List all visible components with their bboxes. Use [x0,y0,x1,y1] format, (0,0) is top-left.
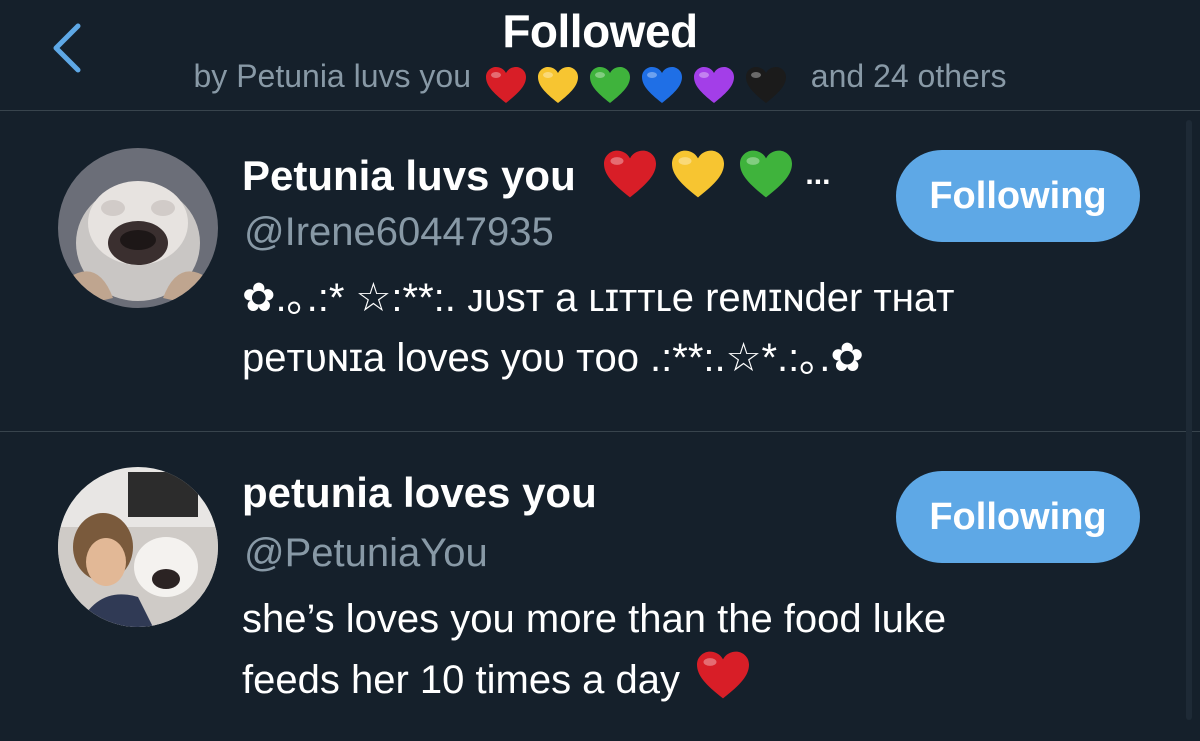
name-ellipsis: ... [805,158,831,191]
heart-icon [641,66,682,103]
heart-icon [672,150,725,198]
heart-icon [740,150,793,198]
red-heart-emoji [680,651,752,702]
user-row[interactable]: Petunia luvs you ... @Irene60447935 ✿.｡.… [0,112,1200,432]
subtitle-suffix: and 24 others [810,58,1007,94]
user-bio: she’s loves you more than the food luke … [242,589,946,710]
display-name[interactable]: Petunia luvs you ... [242,148,830,200]
heart-icon [745,66,786,103]
bio-line-text: feeds her 10 times a day [242,658,681,702]
heart-icon [589,66,630,103]
avatar[interactable] [58,148,218,308]
header: Followed by Petunia luvs you and 24 othe… [0,0,1200,111]
avatar[interactable] [58,467,218,627]
heart-icon [697,651,750,699]
following-button[interactable]: Following [896,471,1140,563]
bio-line: she’s loves you more than the food luke [242,597,947,641]
user-bio: ✿.｡.:* ☆:**:. ᴊᴜsᴛ a ʟɪᴛᴛʟe reᴍɪɴder ᴛʜa… [242,268,954,388]
heart-emojis [601,150,805,199]
page-title: Followed [502,5,698,57]
bio-line: feeds her 10 times a day [242,649,946,710]
page-subtitle: by Petunia luvs you and 24 others [0,58,1200,105]
bio-line: ✿.｡.:* ☆:**:. ᴊᴜsᴛ a ʟɪᴛᴛʟe reᴍɪɴder ᴛʜa… [242,276,955,320]
display-name-text: Petunia luvs you [242,152,576,199]
heart-emojis [484,64,796,105]
heart-icon [485,66,526,103]
scrollbar[interactable] [1186,120,1192,720]
user-handle[interactable]: @PetuniaYou [244,531,488,576]
bio-line: peᴛᴜɴɪa loves yoᴜ ᴛoo .:**:.☆*.:｡.✿ [242,336,864,380]
heart-icon [604,150,657,198]
heart-icon [537,66,578,103]
display-name[interactable]: petunia loves you [242,469,597,517]
user-handle[interactable]: @Irene60447935 [244,210,554,255]
following-button[interactable]: Following [896,150,1140,242]
person-with-dog-avatar-image [58,467,218,627]
bulldog-avatar-image [58,148,218,308]
subtitle-prefix: by Petunia luvs you [193,58,472,94]
user-row[interactable]: petunia loves you @PetuniaYou she’s love… [0,433,1200,741]
heart-icon [693,66,734,103]
